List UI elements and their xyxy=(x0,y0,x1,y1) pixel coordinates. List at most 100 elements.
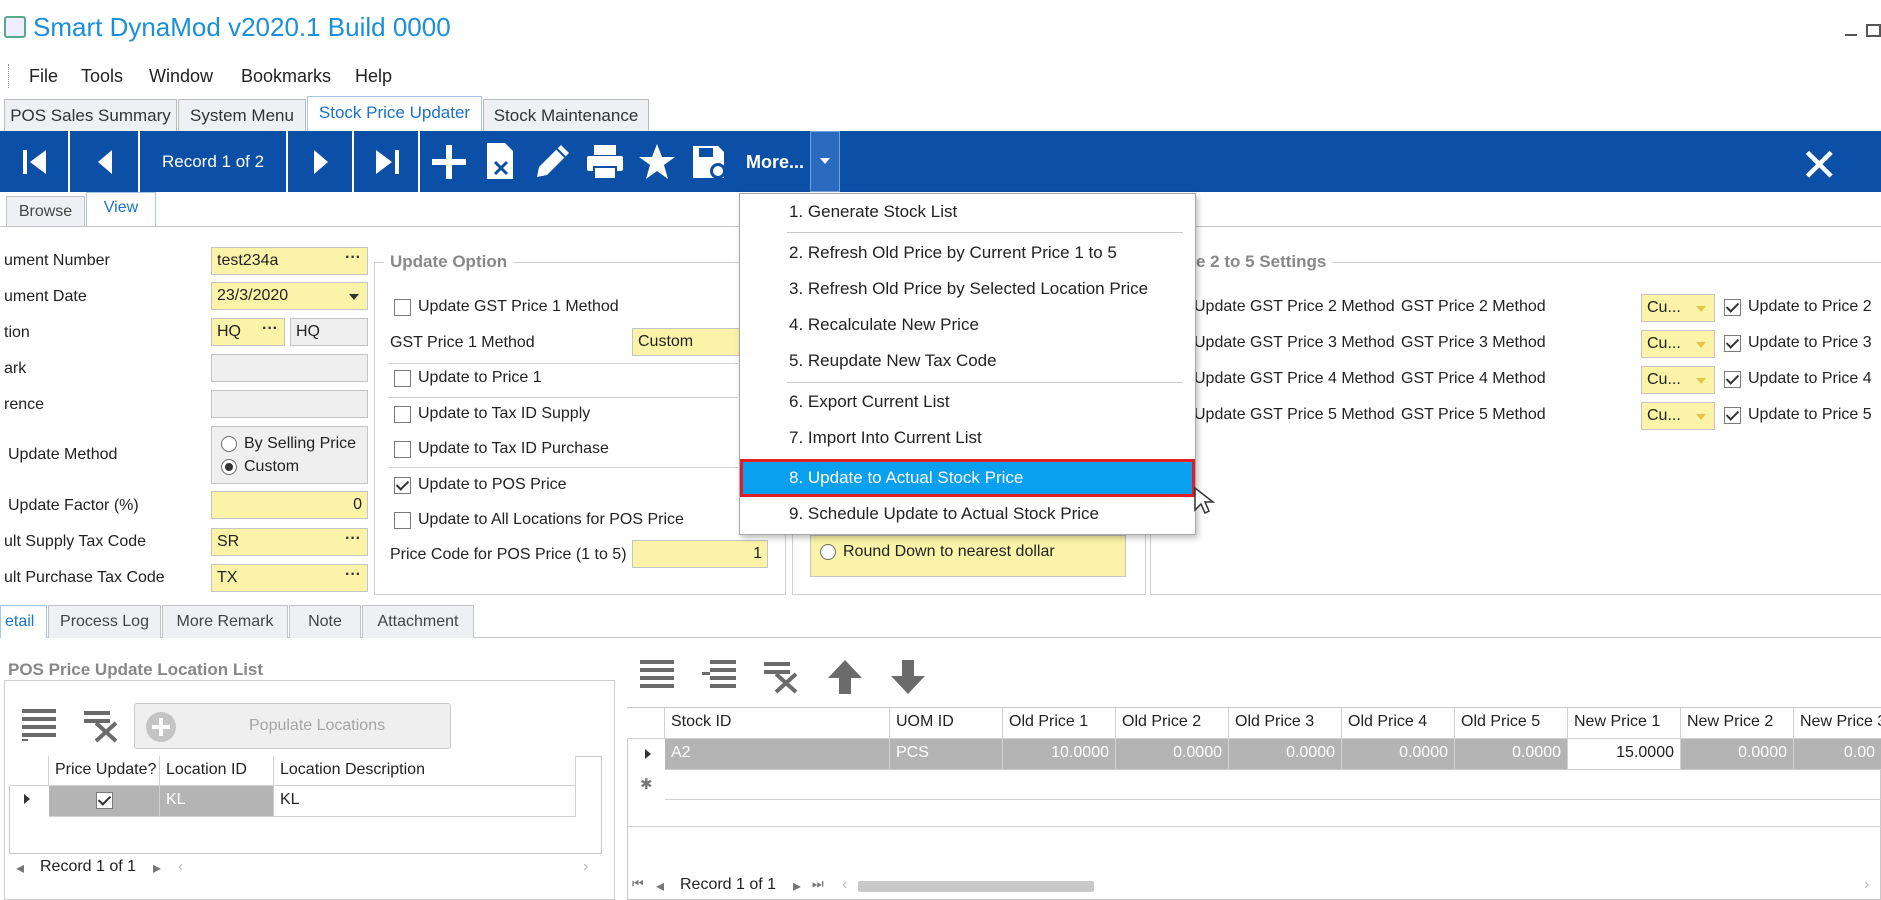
table-cell[interactable]: A2 xyxy=(665,739,890,770)
menu-window[interactable]: Window xyxy=(149,66,213,87)
table-cell[interactable]: PCS xyxy=(890,739,1003,770)
menu-item-schedule-update[interactable]: 9. Schedule Update to Actual Stock Price xyxy=(789,504,1099,524)
grid-header[interactable]: Location Description xyxy=(274,756,576,786)
list-clear-icon[interactable] xyxy=(82,705,122,745)
restore-icon[interactable] xyxy=(1866,24,1881,37)
grid-nav-next-icon[interactable]: ▸ xyxy=(793,876,801,896)
tab-view[interactable]: View xyxy=(86,192,156,226)
menu-item-export-list[interactable]: 6. Export Current List xyxy=(789,392,950,412)
grid-header[interactable]: Old Price 4 xyxy=(1342,708,1455,739)
grid-header[interactable]: Old Price 1 xyxy=(1003,708,1116,739)
menu-item-recalculate-new-price[interactable]: 4. Recalculate New Price xyxy=(789,315,979,335)
gst-price2-method-select[interactable]: Cu... xyxy=(1641,294,1715,322)
document-date-field[interactable]: 23/3/2020 xyxy=(211,282,368,310)
grid-header[interactable]: New Price 2 xyxy=(1681,708,1794,739)
chk-update-pos-price[interactable] xyxy=(394,477,411,494)
price-update-checkbox[interactable] xyxy=(96,792,113,809)
update-factor-field[interactable]: 0 xyxy=(211,491,368,519)
more-button[interactable]: More... xyxy=(746,152,804,173)
tab-detail[interactable]: etail xyxy=(0,605,47,638)
supply-tax-code-field[interactable]: SR ··· xyxy=(211,528,368,556)
gst-price3-method-select[interactable]: Cu... xyxy=(1641,330,1715,358)
chevron-down-icon[interactable] xyxy=(1696,342,1706,348)
print-icon[interactable] xyxy=(585,143,625,181)
scroll-right-icon[interactable]: › xyxy=(583,858,588,876)
delete-document-icon[interactable] xyxy=(483,140,519,182)
grid-header[interactable]: Location ID xyxy=(160,756,274,786)
table-cell[interactable]: KL xyxy=(160,786,274,817)
gst-price4-method-select[interactable]: Cu... xyxy=(1641,366,1715,394)
tab-stock-maintenance[interactable]: Stock Maintenance xyxy=(483,99,649,131)
chevron-down-icon[interactable] xyxy=(1696,414,1706,420)
menu-item-refresh-current-price[interactable]: 2. Refresh Old Price by Current Price 1 … xyxy=(789,243,1117,263)
lookup-ellipsis-icon[interactable]: ··· xyxy=(345,566,361,584)
chk-update-to-price5[interactable] xyxy=(1724,407,1741,424)
tab-browse[interactable]: Browse xyxy=(6,196,85,226)
menu-item-refresh-location-price[interactable]: 3. Refresh Old Price by Selected Locatio… xyxy=(789,279,1148,299)
tab-more-remark[interactable]: More Remark xyxy=(162,605,288,638)
table-cell[interactable]: 0.0000 xyxy=(1681,739,1794,770)
more-dropdown-button[interactable] xyxy=(810,131,840,192)
bookmark-star-icon[interactable] xyxy=(637,142,677,182)
chevron-down-icon[interactable] xyxy=(349,294,359,300)
table-cell[interactable]: 10.0000 xyxy=(1003,739,1116,770)
minimize-icon[interactable] xyxy=(1845,34,1857,36)
grid-nav-next-icon[interactable]: ▸ xyxy=(153,858,161,878)
add-icon[interactable] xyxy=(429,142,469,182)
table-cell-checkbox[interactable] xyxy=(49,786,160,817)
table-cell[interactable]: 0.00 xyxy=(1794,739,1881,770)
table-cell[interactable]: KL xyxy=(274,786,576,817)
edit-pencil-icon[interactable] xyxy=(533,141,573,181)
scroll-left-icon[interactable]: ‹ xyxy=(842,876,847,894)
grid-nav-last-icon[interactable]: ⏭ xyxy=(812,876,824,892)
gst-price5-method-select[interactable]: Cu... xyxy=(1641,402,1715,430)
grid-insert-row-icon[interactable] xyxy=(700,656,738,698)
radio-by-selling-price[interactable] xyxy=(221,436,237,452)
tab-system-menu[interactable]: System Menu xyxy=(178,99,306,131)
save-icon[interactable] xyxy=(690,142,730,182)
menu-item-generate-stock-list[interactable]: 1. Generate Stock List xyxy=(789,202,957,222)
menu-bookmarks[interactable]: Bookmarks xyxy=(241,66,331,87)
table-cell[interactable]: 0.0000 xyxy=(1455,739,1568,770)
chevron-down-icon[interactable] xyxy=(1696,306,1706,312)
menu-help[interactable]: Help xyxy=(355,66,392,87)
grid-header[interactable]: Old Price 3 xyxy=(1229,708,1342,739)
radio-custom[interactable] xyxy=(221,459,237,475)
chk-tax-id-supply[interactable] xyxy=(394,406,411,423)
table-cell[interactable]: 0.0000 xyxy=(1116,739,1229,770)
tab-stock-price-updater[interactable]: Stock Price Updater xyxy=(307,96,482,131)
table-cell[interactable]: 0.0000 xyxy=(1342,739,1455,770)
reference-field[interactable] xyxy=(211,390,368,418)
first-record-icon[interactable] xyxy=(18,145,52,179)
new-row[interactable] xyxy=(665,770,1881,800)
chk-tax-id-purchase[interactable] xyxy=(394,441,411,458)
grid-header[interactable]: Old Price 2 xyxy=(1116,708,1229,739)
close-icon[interactable]: ✕ xyxy=(1800,138,1839,192)
chk-update-to-price3[interactable] xyxy=(1724,335,1741,352)
menu-item-import-list[interactable]: 7. Import Into Current List xyxy=(789,428,982,448)
grid-header[interactable]: Stock ID xyxy=(665,708,890,739)
grid-nav-prev-icon[interactable]: ◂ xyxy=(16,858,24,878)
menu-file[interactable]: File xyxy=(29,66,58,87)
previous-record-icon[interactable] xyxy=(90,145,120,179)
populate-locations-button[interactable]: Populate Locations xyxy=(134,703,451,749)
grid-header[interactable]: New Price 1 xyxy=(1568,708,1681,739)
horizontal-scrollbar-thumb[interactable] xyxy=(858,881,1094,892)
tab-note[interactable]: Note xyxy=(289,605,361,638)
tab-attachment[interactable]: Attachment xyxy=(362,605,474,638)
grid-clear-icon[interactable] xyxy=(762,656,802,698)
grid-nav-first-icon[interactable]: ⏮ xyxy=(632,876,644,892)
table-cell[interactable]: 0.0000 xyxy=(1229,739,1342,770)
move-up-arrow-icon[interactable] xyxy=(826,656,864,698)
menu-item-reupdate-tax-code[interactable]: 5. Reupdate New Tax Code xyxy=(789,351,997,371)
remark-field[interactable] xyxy=(211,354,368,382)
table-cell[interactable]: 15.0000 xyxy=(1568,739,1681,770)
next-record-icon[interactable] xyxy=(306,145,336,179)
chk-update-to-price1[interactable] xyxy=(394,370,411,387)
chk-all-locations-pos[interactable] xyxy=(394,512,411,529)
lookup-ellipsis-icon[interactable]: ··· xyxy=(345,530,361,548)
location-field[interactable]: HQ ··· xyxy=(211,318,285,346)
tab-process-log[interactable]: Process Log xyxy=(48,605,161,638)
chk-update-to-price4[interactable] xyxy=(1724,371,1741,388)
scroll-right-icon[interactable]: › xyxy=(1864,876,1869,894)
